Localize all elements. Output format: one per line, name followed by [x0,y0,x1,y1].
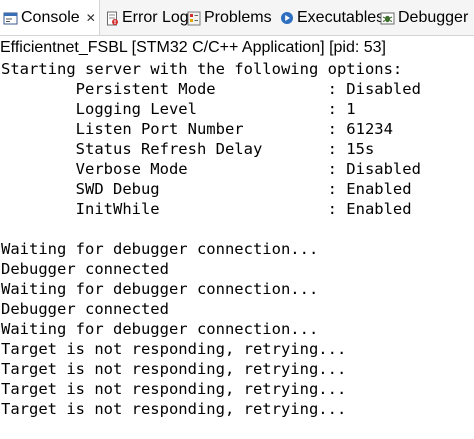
console-line: Target is not responding, retrying... [1,360,347,378]
tab-problems[interactable]: Problems [180,0,276,35]
error-log-icon [106,11,119,26]
problems-icon [186,11,201,26]
tab-error-log-label: Error Log [122,9,189,26]
console-icon [3,11,18,26]
tab-error-log[interactable]: Error Log [100,0,189,35]
console-line: Starting server with the following optio… [1,60,403,78]
console-output[interactable]: Starting server with the following optio… [1,59,473,419]
close-icon[interactable]: ✕ [86,11,96,25]
console-line: Target is not responding, retrying... [1,340,347,358]
console-line: Waiting for debugger connection... [1,320,319,338]
console-line: Target is not responding, retrying... [1,380,347,398]
console-line: Status Refresh Delay : 15s [1,140,375,158]
console-line: Target is not responding, retrying... [1,400,347,418]
console-line: InitWhile : Enabled [1,200,412,218]
console-line: Waiting for debugger connection... [1,280,319,298]
executables-icon [280,11,294,26]
view-tab-bar: Console ✕ Error Log Problems Executables… [0,0,474,36]
debugger-icon [380,11,395,26]
console-line: Waiting for debugger connection... [1,240,319,258]
console-line: Debugger connected [1,300,169,318]
console-line: Listen Port Number : 61234 [1,120,393,138]
console-line: SWD Debug : Enabled [1,180,412,198]
tab-problems-label: Problems [204,9,272,26]
console-line: Debugger connected [1,260,169,278]
tab-console[interactable]: Console ✕ [0,0,100,35]
tab-console-label: Console [21,9,80,26]
console-line: Verbose Mode : Disabled [1,160,421,178]
tab-executables-label: Executables [297,9,385,26]
tab-debugger-label: Debugger [398,9,469,26]
tab-executables[interactable]: Executables [276,0,384,35]
process-description: Efficientnet_FSBL [STM32 C/C++ Applicati… [0,39,386,56]
console-line: Logging Level : 1 [1,100,356,118]
console-line: Persistent Mode : Disabled [1,80,421,98]
tab-debugger[interactable]: Debugger [376,0,469,35]
